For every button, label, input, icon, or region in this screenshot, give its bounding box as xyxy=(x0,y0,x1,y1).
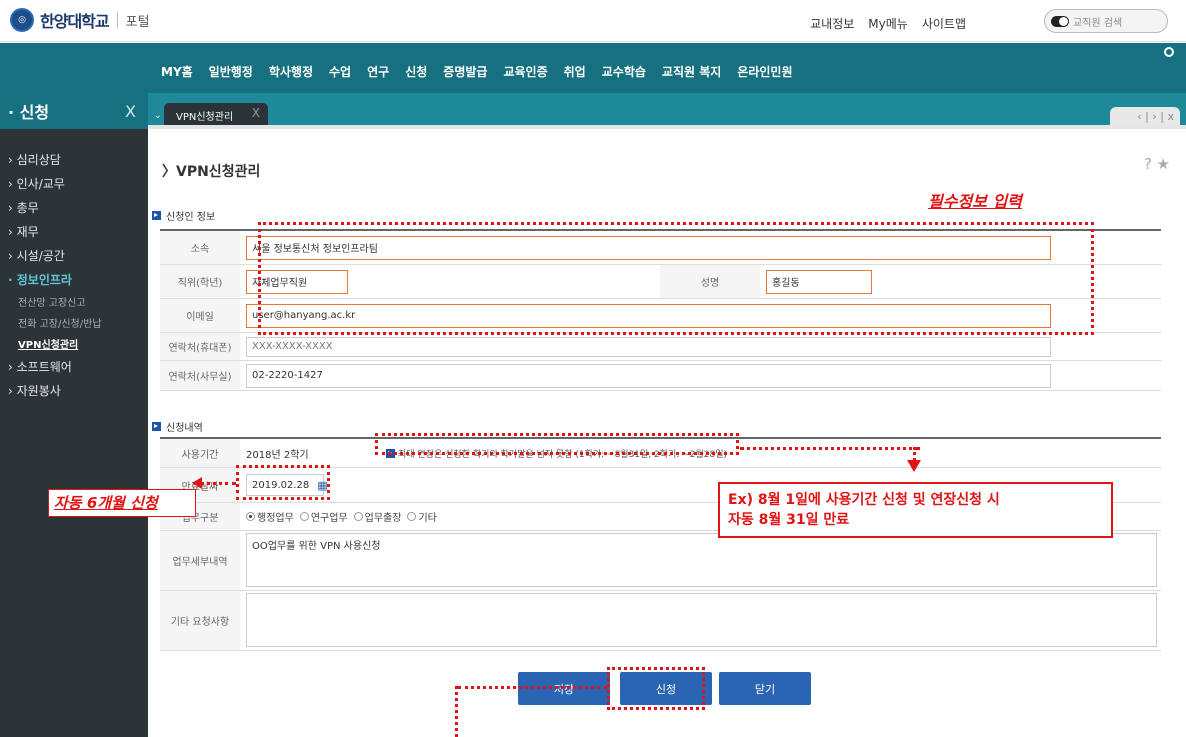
annotation-connector-line xyxy=(200,482,236,485)
sidebar-item-counseling[interactable]: › 심리상담 xyxy=(0,147,148,171)
nav-certificates[interactable]: 증명발급 xyxy=(443,63,487,80)
annotation-arrow-down-icon xyxy=(907,460,921,472)
mobile-field[interactable]: XXX-XXXX-XXXX xyxy=(246,336,1051,357)
nav-academic-admin[interactable]: 학사행정 xyxy=(269,63,313,80)
sidebar-subitem-network-report[interactable]: 전산망 고장신고 xyxy=(0,291,148,312)
radio-icon xyxy=(353,512,363,521)
nav-classes[interactable]: 수업 xyxy=(329,63,351,80)
logo-divider xyxy=(116,12,118,28)
other-label: 기타 요청사항 xyxy=(160,591,240,650)
nav-employment[interactable]: 취업 xyxy=(564,63,586,80)
radio-selected-icon xyxy=(246,512,255,521)
annotation-connector-line xyxy=(740,447,920,450)
other-textarea[interactable] xyxy=(246,593,1157,647)
annotation-example-callout: Ex) 8월 1일에 사용기간 신청 및 연장신청 시 자동 8월 31일 만료 xyxy=(718,482,1113,538)
radio-icon xyxy=(299,512,309,521)
portal-label: 포털 xyxy=(125,14,150,30)
email-label: 이메일 xyxy=(160,299,240,332)
section-bullet-icon xyxy=(152,422,161,431)
main-nav: MY홈 일반행정 학사행정 수업 연구 신청 증명발급 교육인증 취업 교수학습… xyxy=(0,43,1186,93)
top-links: 교내정보 My메뉴 사이트맵 xyxy=(810,15,966,32)
sidebar-item-software[interactable]: › 소프트웨어 xyxy=(0,354,148,378)
top-link-sitemap[interactable]: 사이트맵 xyxy=(922,15,966,32)
radio-admin-work[interactable]: 행정업무 xyxy=(246,509,294,524)
sidebar-item-finance[interactable]: › 재무 xyxy=(0,219,148,243)
radio-icon xyxy=(407,512,417,521)
nav-research[interactable]: 연구 xyxy=(367,63,389,80)
period-value: 2018년 2학기 xyxy=(246,449,309,461)
sidebar-close-icon[interactable]: X xyxy=(125,102,136,121)
tab-bar: ⌄ VPN신청관리 X ‹ | › | x xyxy=(148,93,1186,129)
nav-application[interactable]: 신청 xyxy=(405,63,427,80)
annotation-apply-button-box xyxy=(607,667,705,710)
sidebar: · 신청 X › 심리상담 › 인사/교무 › 총무 › 재무 › 시설/공간 … xyxy=(0,93,148,737)
annotation-connector-line xyxy=(455,686,458,737)
tab-label: VPN신청관리 xyxy=(176,112,234,123)
staff-search-input[interactable]: 교직원 검색 xyxy=(1044,9,1168,33)
nav-online-civil[interactable]: 온라인민원 xyxy=(737,63,792,80)
sidebar-item-volunteer[interactable]: › 자원봉사 xyxy=(0,378,148,402)
office-label: 연락처(사무실) xyxy=(160,361,240,390)
row-other: 기타 요청사항 xyxy=(160,591,1161,651)
sidebar-item-general-affairs[interactable]: › 총무 xyxy=(0,195,148,219)
affiliation-label: 소속 xyxy=(160,231,240,264)
section-bullet-icon xyxy=(152,211,161,220)
nav-staff-welfare[interactable]: 교직원 복지 xyxy=(662,63,721,80)
sidebar-item-info-infra[interactable]: · 정보인프라 xyxy=(0,267,148,291)
sidebar-subitem-phone[interactable]: 전화 고장/신청/반납 xyxy=(0,312,148,333)
tab-close-icon[interactable]: X xyxy=(252,106,260,120)
tab-vpn-management[interactable]: VPN신청관리 X xyxy=(164,103,268,125)
section-applicant-title: 신청인 정보 xyxy=(152,208,215,223)
period-label: 사용기간 xyxy=(160,439,240,467)
annotation-expiry-box xyxy=(236,465,330,500)
nav-general-admin[interactable]: 일반행정 xyxy=(209,63,253,80)
annotation-period-note-box xyxy=(375,433,739,455)
search-icon[interactable] xyxy=(1164,47,1174,57)
logo[interactable]: ◎ 한양대학교 포털 xyxy=(10,8,150,32)
top-link-campus-info[interactable]: 교내정보 xyxy=(810,15,854,32)
row-mobile: 연락처(휴대폰) XXX-XXXX-XXXX xyxy=(160,333,1161,361)
university-seal-icon: ◎ xyxy=(10,8,34,32)
help-favorite-icons[interactable]: ? ★ xyxy=(1144,155,1170,173)
sidebar-item-facilities[interactable]: › 시설/공간 xyxy=(0,243,148,267)
row-office: 연락처(사무실) 02-2220-1427 xyxy=(160,361,1161,391)
office-field[interactable]: 02-2220-1427 xyxy=(246,363,1051,388)
nav-my-home[interactable]: MY홈 xyxy=(161,63,193,80)
page-title: 〉VPN신청관리 xyxy=(162,164,261,180)
search-placeholder: 교직원 검색 xyxy=(1073,17,1123,29)
top-bar: ◎ 한양대학교 포털 교내정보 My메뉴 사이트맵 교직원 검색 xyxy=(0,0,1186,42)
annotation-required-info: 필수정보 입력 xyxy=(928,192,1022,211)
details-textarea[interactable]: OO업무를 위한 VPN 사용신청 xyxy=(246,533,1157,587)
radio-business-trip[interactable]: 업무출장 xyxy=(353,509,401,524)
mobile-label: 연락처(휴대폰) xyxy=(160,333,240,360)
annotation-required-box xyxy=(258,222,1094,335)
nav-edu-cert[interactable]: 교육인증 xyxy=(503,63,547,80)
search-toggle-icon[interactable] xyxy=(1051,15,1069,27)
details-label: 업무세부내역 xyxy=(160,531,240,590)
radio-other[interactable]: 기타 xyxy=(407,509,437,524)
position-label: 직위(학년) xyxy=(160,265,240,298)
section-request-title: 신청내역 xyxy=(152,419,203,434)
close-button[interactable]: 닫기 xyxy=(719,672,811,705)
logo-text: 한양대학교 xyxy=(40,12,110,31)
sidebar-header: · 신청 X xyxy=(0,93,148,129)
annotation-arrow-left-icon xyxy=(192,477,202,489)
annotation-auto-six-months: 자동 6개월 신청 xyxy=(54,494,158,512)
sidebar-item-hr[interactable]: › 인사/교무 xyxy=(0,171,148,195)
tab-navigation[interactable]: ‹ | › | x xyxy=(1110,107,1180,127)
sidebar-subitem-vpn[interactable]: VPN신청관리 xyxy=(0,333,148,354)
radio-research-work[interactable]: 연구업무 xyxy=(299,509,348,524)
annotation-connector-line xyxy=(458,686,607,689)
sidebar-title: · 신청 xyxy=(8,103,50,122)
annotation-connector-line xyxy=(913,447,916,461)
tab-list-chevron-icon[interactable]: ⌄ xyxy=(154,111,162,121)
row-details: 업무세부내역 OO업무를 위한 VPN 사용신청 xyxy=(160,531,1161,591)
nav-teaching[interactable]: 교수학습 xyxy=(602,63,646,80)
top-link-my-menu[interactable]: My메뉴 xyxy=(868,15,908,32)
